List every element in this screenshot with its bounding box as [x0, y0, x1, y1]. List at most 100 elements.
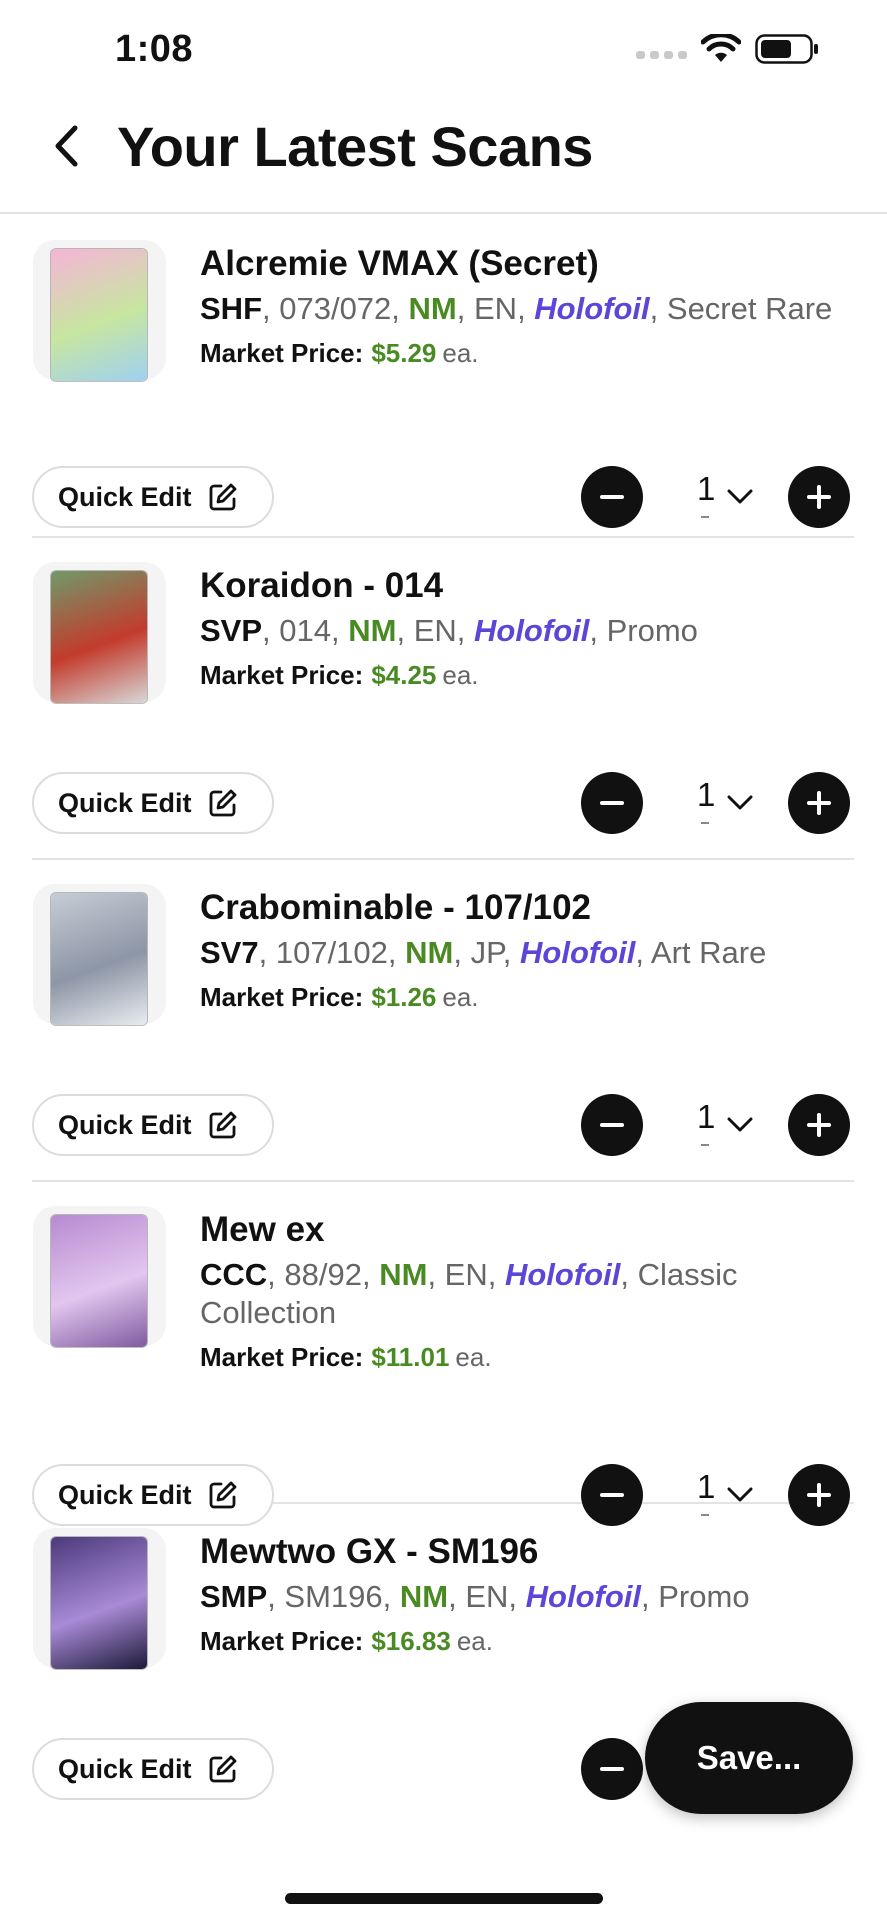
quantity-value: 1 [697, 776, 716, 813]
item-name: Crabominable - 107/102 [200, 888, 591, 927]
market-price: Market Price: $4.25 ea. [200, 658, 850, 692]
market-price: Market Price: $11.01 ea. [200, 1340, 850, 1374]
scan-item: Alcremie VMAX (Secret) SHF, 073/072, NM, … [32, 216, 854, 538]
condition: NM [408, 291, 457, 326]
item-details: CCC, 88/92, NM, EN, Holofoil, Classic Co… [200, 1257, 738, 1330]
item-details: SMP, SM196, NM, EN, Holofoil, Promo [200, 1579, 750, 1614]
item-info: Mew ex CCC, 88/92, NM, EN, Holofoil, Clas… [200, 1208, 850, 1374]
quantity-value: 1 [697, 1468, 716, 1505]
quick-edit-label: Quick Edit [58, 1109, 192, 1140]
rarity: Promo [606, 613, 698, 648]
quantity-underline [701, 1144, 709, 1146]
card-image [51, 1215, 147, 1347]
chevron-down-icon [727, 1487, 753, 1502]
chevron-down-icon [727, 1117, 753, 1132]
battery-icon [755, 34, 818, 64]
quantity-dropdown[interactable]: 1 [697, 466, 759, 528]
market-price: Market Price: $16.83 ea. [200, 1624, 850, 1658]
quantity-dropdown[interactable]: 1 [697, 1094, 759, 1156]
chevron-down-icon [727, 795, 753, 810]
edit-square-icon [209, 1755, 236, 1783]
price-unit: ea. [442, 338, 479, 368]
cellular-signal-icon [636, 39, 687, 59]
price-unit: ea. [442, 660, 479, 690]
market-price-value: $11.01 [371, 1342, 450, 1372]
language: EN [465, 1579, 509, 1614]
card-number: 014 [279, 613, 331, 648]
card-thumbnail[interactable] [33, 562, 166, 703]
item-info: Koraidon - 014 SVP, 014, NM, EN, Holofoil… [200, 564, 850, 692]
set-code: SHF [200, 291, 262, 326]
set-code: CCC [200, 1257, 268, 1292]
printing: Holofoil [520, 935, 636, 970]
edit-square-icon [209, 789, 236, 817]
price-unit: ea. [455, 1342, 492, 1372]
language: EN [473, 291, 518, 326]
increment-button[interactable] [788, 772, 850, 834]
card-image [51, 249, 147, 381]
market-price-value: $1.26 [371, 982, 437, 1012]
chevron-left-icon [55, 125, 78, 167]
item-details: SVP, 014, NM, EN, Holofoil, Promo [200, 613, 698, 648]
scan-item: Koraidon - 014 SVP, 014, NM, EN, Holofoil… [32, 538, 854, 860]
quick-edit-button[interactable]: Quick Edit [32, 466, 274, 528]
quick-edit-button[interactable]: Quick Edit [32, 772, 274, 834]
market-price: Market Price: $1.26 ea. [200, 980, 850, 1014]
price-unit: ea. [442, 982, 479, 1012]
decrement-button[interactable] [581, 772, 643, 834]
card-thumbnail[interactable] [33, 1206, 166, 1347]
decrement-button[interactable] [581, 1094, 643, 1156]
printing: Holofoil [474, 613, 590, 648]
rarity: Promo [658, 1579, 750, 1614]
card-image [51, 893, 147, 1025]
condition: NM [405, 935, 454, 970]
decrement-button[interactable] [581, 466, 643, 528]
printing: Holofoil [534, 291, 650, 326]
condition: NM [399, 1579, 449, 1614]
card-image [51, 1537, 147, 1669]
back-button[interactable] [44, 122, 92, 170]
page-title: Your Latest Scans [117, 115, 593, 178]
set-code: SVP [200, 613, 263, 648]
market-price-label: Market Price: [200, 982, 364, 1012]
decrement-button[interactable] [581, 1738, 643, 1800]
card-image [51, 571, 147, 703]
quick-edit-button[interactable]: Quick Edit [32, 1094, 274, 1156]
quantity-value: 1 [697, 470, 716, 507]
price-unit: ea. [456, 1626, 493, 1656]
edit-square-icon [209, 483, 236, 511]
card-thumbnail[interactable] [33, 884, 166, 1025]
edit-square-icon [209, 1111, 236, 1139]
language: EN [413, 613, 457, 648]
item-name: Mew ex [200, 1210, 325, 1249]
card-thumbnail[interactable] [33, 240, 166, 381]
item-name: Alcremie VMAX (Secret) [200, 244, 599, 283]
quick-edit-label: Quick Edit [58, 787, 192, 818]
status-time: 1:08 [115, 28, 194, 70]
card-number: 88/92 [284, 1257, 362, 1292]
increment-button[interactable] [788, 1094, 850, 1156]
scan-item: Mew ex CCC, 88/92, NM, EN, Holofoil, Clas… [32, 1182, 854, 1526]
market-price-label: Market Price: [200, 1626, 364, 1656]
quick-edit-button[interactable]: Quick Edit [32, 1738, 274, 1800]
home-indicator [285, 1893, 603, 1904]
quick-edit-label: Quick Edit [58, 481, 192, 512]
quantity-dropdown[interactable]: 1 [697, 772, 759, 834]
item-details: SV7, 107/102, NM, JP, Holofoil, Art Rare [200, 935, 767, 970]
market-price-value: $5.29 [371, 338, 437, 368]
card-thumbnail[interactable] [33, 1528, 166, 1669]
card-number: SM196 [284, 1579, 383, 1614]
condition: NM [379, 1257, 428, 1292]
increment-button[interactable] [788, 466, 850, 528]
printing: Holofoil [525, 1579, 642, 1614]
item-name: Koraidon - 014 [200, 566, 444, 605]
item-info: Crabominable - 107/102 SV7, 107/102, NM, … [200, 886, 850, 1014]
market-price: Market Price: $5.29 ea. [200, 336, 850, 370]
save-button[interactable]: Save... [645, 1702, 853, 1814]
card-number: 107/102 [275, 935, 388, 970]
status-bar: 1:08 [0, 0, 887, 100]
rarity: Secret Rare [666, 291, 833, 326]
scan-item: Crabominable - 107/102 SV7, 107/102, NM, … [32, 860, 854, 1182]
quantity-value: 1 [697, 1098, 716, 1135]
market-price-value: $16.83 [371, 1626, 451, 1656]
